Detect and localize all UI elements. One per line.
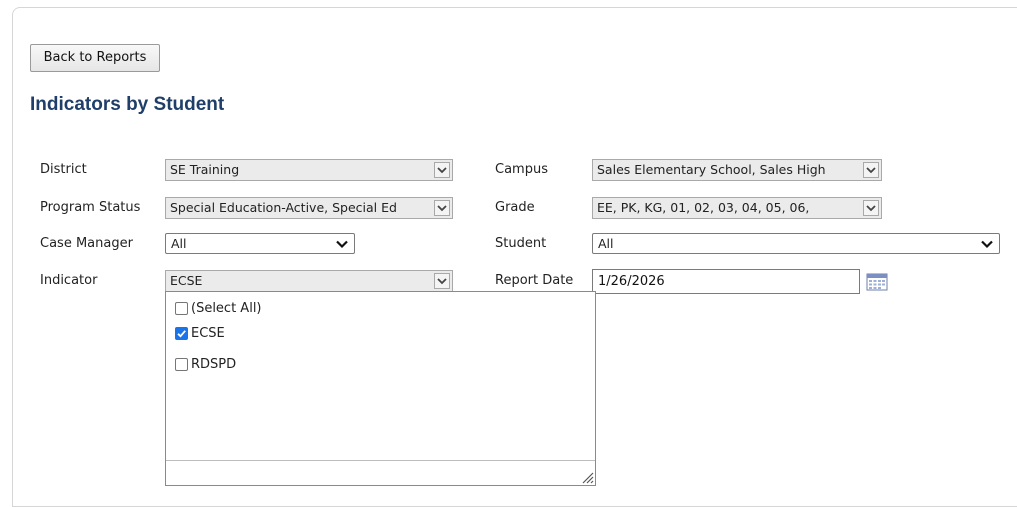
indicator-label: Indicator [40,273,98,288]
back-to-reports-button[interactable]: Back to Reports [30,44,160,72]
calendar-icon[interactable] [866,273,888,291]
program-status-dropdown[interactable]: Special Education-Active, Special Ed [165,197,453,219]
indicator-dropdown[interactable]: ECSE [165,270,453,292]
district-label: District [40,162,87,177]
indicator-value: ECSE [170,273,203,288]
grade-label: Grade [495,200,535,215]
case-manager-select[interactable]: All [165,233,355,254]
student-select[interactable]: All [592,233,1000,254]
option-label: (Select All) [191,300,262,316]
chevron-down-icon[interactable] [434,162,450,178]
listbox-footer [166,460,595,485]
option-ecse[interactable]: ECSE [175,324,225,342]
report-date-input[interactable]: 1/26/2026 [592,269,860,294]
case-manager-value: All [171,236,187,251]
case-manager-label: Case Manager [40,236,133,251]
district-dropdown[interactable]: SE Training [165,159,453,181]
chevron-down-icon [336,238,348,253]
grade-dropdown[interactable]: EE, PK, KG, 01, 02, 03, 04, 05, 06, [592,197,882,219]
district-value: SE Training [170,162,240,177]
select-all-checkbox[interactable] [175,301,188,315]
indicator-options-listbox[interactable]: (Select All) ECSE RDSPD [165,291,596,486]
report-date-value: 1/26/2026 [598,274,665,289]
ecse-checkbox[interactable] [175,326,188,340]
program-status-value: Special Education-Active, Special Ed [170,200,397,215]
student-value: All [598,236,614,251]
chevron-down-icon[interactable] [863,162,879,178]
grade-value: EE, PK, KG, 01, 02, 03, 04, 05, 06, [597,200,810,215]
student-label: Student [495,236,547,251]
option-rdspd[interactable]: RDSPD [175,355,236,373]
chevron-down-icon [981,238,993,253]
campus-label: Campus [495,162,548,177]
option-select-all[interactable]: (Select All) [175,299,262,317]
rdspd-checkbox[interactable] [175,357,188,371]
resize-grip-icon[interactable] [580,470,594,484]
page-title: Indicators by Student [30,94,225,115]
chevron-down-icon[interactable] [863,200,879,216]
option-label: ECSE [191,325,225,341]
chevron-down-icon[interactable] [434,200,450,216]
campus-value: Sales Elementary School, Sales High [597,162,826,177]
program-status-label: Program Status [40,200,141,215]
report-date-label: Report Date [495,273,574,288]
campus-dropdown[interactable]: Sales Elementary School, Sales High [592,159,882,181]
option-label: RDSPD [191,356,237,372]
chevron-down-icon[interactable] [434,273,450,289]
